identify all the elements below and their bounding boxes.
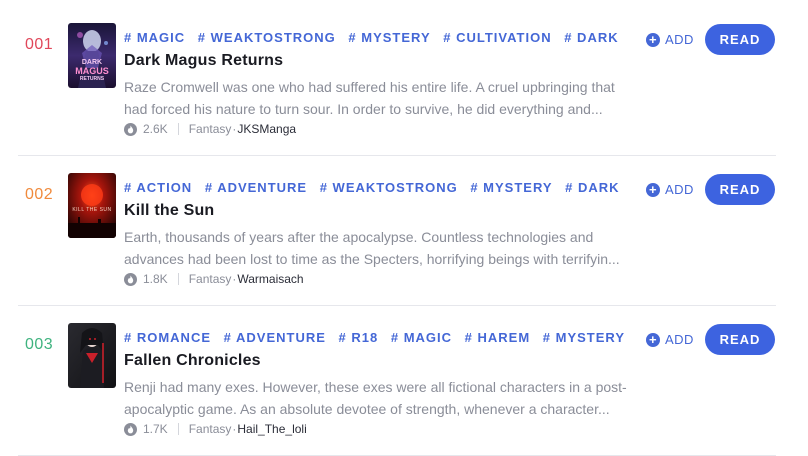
tag-link[interactable]: # ADVENTURE (205, 180, 307, 195)
fire-icon (124, 272, 137, 286)
add-to-library-button[interactable]: + ADD (646, 182, 694, 197)
add-label: ADD (665, 32, 694, 47)
book-title[interactable]: Kill the Sun (124, 202, 214, 220)
book-description: Renji had many exes. However, these exes… (124, 379, 627, 417)
tag-link[interactable]: # WEAKTOSTRONG (198, 30, 336, 45)
tag-list: # MAGIC # WEAKTOSTRONG # MYSTERY # CULTI… (124, 30, 627, 45)
view-count: 2.6K (143, 122, 168, 136)
meta-divider (177, 273, 179, 285)
add-label: ADD (665, 332, 694, 347)
book-cover[interactable]: KILL THE SUN (68, 173, 116, 238)
tag-link[interactable]: # WEAKTOSTRONG (320, 180, 458, 195)
tag-link[interactable]: # DARK (565, 180, 619, 195)
tag-link[interactable]: # MAGIC (124, 30, 185, 45)
read-button[interactable]: READ (705, 324, 775, 355)
book-cover[interactable]: DARK MAGUS RETURNS (68, 23, 116, 88)
tag-link[interactable]: # ACTION (124, 180, 192, 195)
tag-list: # ACTION # ADVENTURE # WEAKTOSTRONG # MY… (124, 180, 628, 195)
meta-divider (177, 423, 179, 435)
add-to-library-button[interactable]: + ADD (646, 332, 694, 347)
fire-icon (124, 422, 137, 436)
tag-link[interactable]: # MAGIC (391, 330, 452, 345)
book-meta: 2.6K Fantasy · JKSManga (124, 122, 296, 136)
book-title[interactable]: Fallen Chronicles (124, 352, 261, 370)
read-button[interactable]: READ (705, 24, 775, 55)
author-name[interactable]: Hail_The_loli (237, 422, 306, 436)
tag-link[interactable]: # MYSTERY (348, 30, 430, 45)
fire-icon (124, 122, 137, 136)
genre-label[interactable]: Fantasy (189, 422, 232, 436)
cover-title-text: KILL THE SUN (72, 207, 112, 213)
tag-list: # ROMANCE # ADVENTURE # R18 # MAGIC # HA… (124, 330, 633, 345)
tag-link[interactable]: # DARK (564, 30, 618, 45)
book-meta: 1.7K Fantasy · Hail_The_loli (124, 422, 307, 436)
view-count: 1.8K (143, 272, 168, 286)
genre-label[interactable]: Fantasy (189, 122, 232, 136)
list-item: 002 KILL THE SUN # ACTION # ADVENTURE # … (18, 156, 776, 306)
tag-link[interactable]: # R18 (339, 330, 379, 345)
genre-label[interactable]: Fantasy (189, 272, 232, 286)
read-button[interactable]: READ (705, 174, 775, 205)
rank-number: 001 (25, 36, 54, 53)
tag-link[interactable]: # MYSTERY (470, 180, 552, 195)
tag-link[interactable]: # ROMANCE (124, 330, 211, 345)
book-description: Earth, thousands of years after the apoc… (124, 229, 620, 267)
plus-circle-icon: + (646, 182, 660, 197)
add-label: ADD (665, 182, 694, 197)
tag-link[interactable]: # MYSTERY (543, 330, 625, 345)
book-meta: 1.8K Fantasy · Warmaisach (124, 272, 304, 286)
list-item: 003 # ROMANCE # ADVENTURE # R18 # MAGIC … (18, 306, 776, 456)
plus-circle-icon: + (646, 332, 660, 347)
book-cover[interactable] (68, 323, 116, 388)
author-name[interactable]: JKSManga (237, 122, 296, 136)
plus-circle-icon: + (646, 32, 660, 47)
tag-link[interactable]: # CULTIVATION (443, 30, 551, 45)
tag-link[interactable]: # ADVENTURE (224, 330, 326, 345)
rank-number: 002 (25, 186, 54, 203)
meta-dot: · (232, 122, 237, 136)
add-to-library-button[interactable]: + ADD (646, 32, 694, 47)
ranking-list: 001 DARK MAGUS RETURNS # MAGIC # WEAKTOS… (0, 0, 808, 456)
meta-dot: · (232, 272, 237, 286)
book-description: Raze Cromwell was one who had suffered h… (124, 79, 615, 117)
meta-divider (177, 123, 179, 135)
tag-link[interactable]: # HAREM (465, 330, 531, 345)
rank-number: 003 (25, 336, 54, 353)
cover-title-text: DARK MAGUS RETURNS (75, 59, 109, 82)
list-item: 001 DARK MAGUS RETURNS # MAGIC # WEAKTOS… (18, 6, 776, 156)
meta-dot: · (232, 422, 237, 436)
view-count: 1.7K (143, 422, 168, 436)
book-title[interactable]: Dark Magus Returns (124, 52, 283, 70)
author-name[interactable]: Warmaisach (237, 272, 303, 286)
